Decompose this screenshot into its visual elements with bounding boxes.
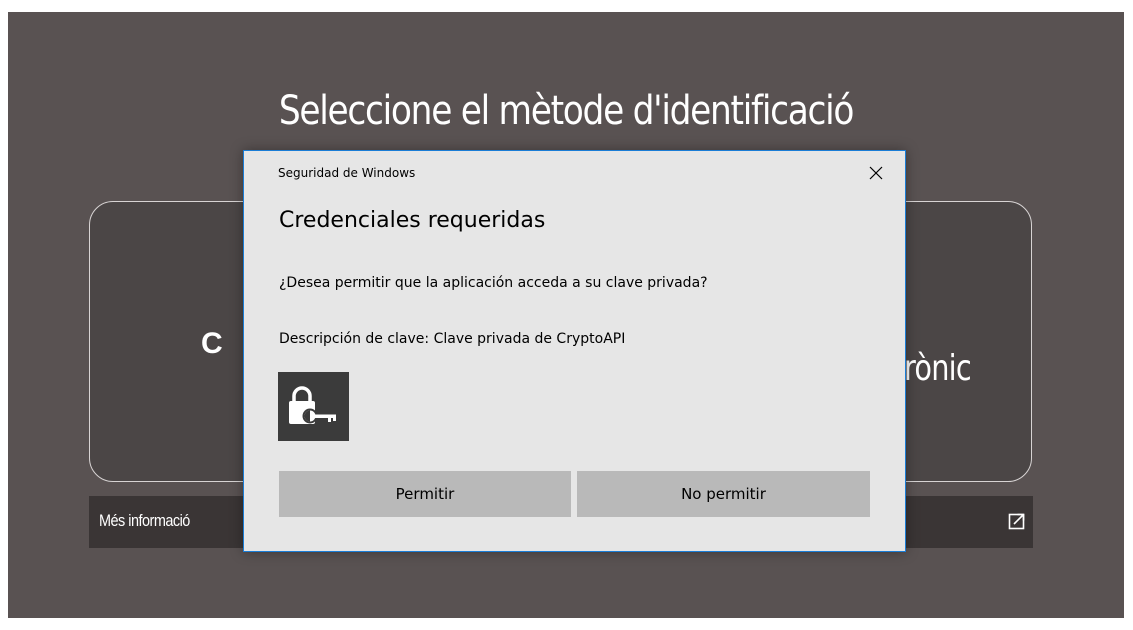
more-info-link[interactable]: Més informació: [99, 511, 190, 531]
key-description: Descripción de clave: Clave privada de C…: [279, 331, 626, 347]
windows-security-dialog: Seguridad de Windows Credenciales requer…: [243, 150, 906, 552]
card-left-label: C: [201, 327, 223, 360]
allow-button[interactable]: Permitir: [279, 471, 571, 517]
close-icon[interactable]: [865, 162, 887, 184]
dialog-question: ¿Desea permitir que la aplicación acceda…: [279, 275, 708, 291]
lock-key-icon: [278, 372, 349, 441]
external-link-icon[interactable]: [1007, 511, 1027, 531]
deny-button[interactable]: No permitir: [577, 471, 870, 517]
page-title: Seleccione el mètode d'identificació: [278, 88, 855, 134]
dialog-app-name: Seguridad de Windows: [278, 166, 416, 180]
card-right-label: rònic: [904, 348, 972, 389]
dialog-title: Credenciales requeridas: [279, 208, 546, 233]
